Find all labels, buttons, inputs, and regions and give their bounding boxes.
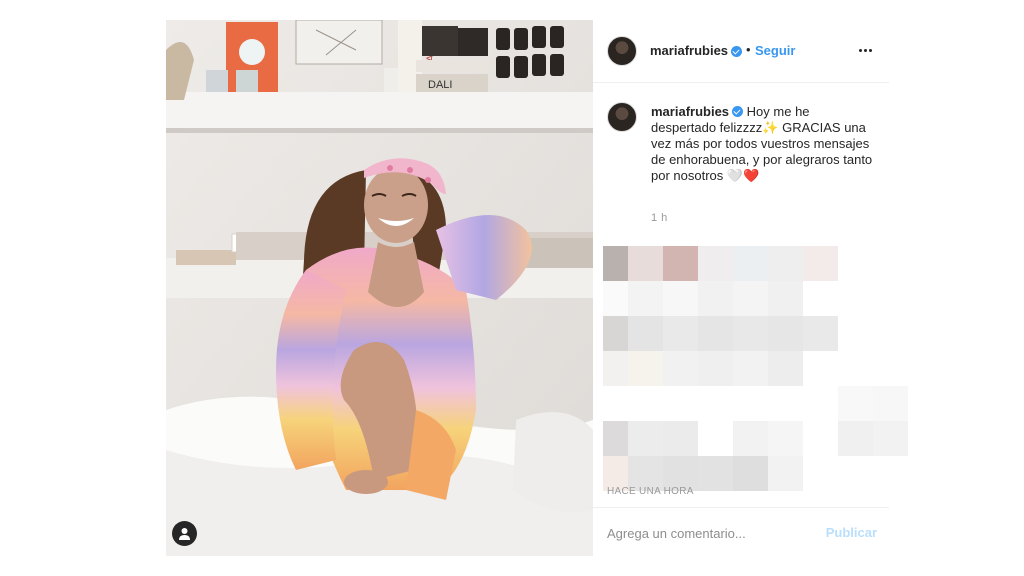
user-icon xyxy=(179,528,190,540)
comment-bar: Publicar xyxy=(593,507,889,557)
username-link[interactable]: mariafrubies xyxy=(650,43,728,58)
separator-dot: • xyxy=(746,42,751,57)
pixelated-comments xyxy=(603,246,908,496)
caption-username-link[interactable]: mariafrubies xyxy=(651,104,729,119)
tagged-users-button[interactable] xyxy=(172,521,197,546)
follow-button[interactable]: Seguir xyxy=(755,43,795,58)
caption-text-block: mariafrubies Hoy me he despertado felizz… xyxy=(651,104,877,184)
avatar[interactable] xyxy=(607,36,637,66)
comment-input[interactable] xyxy=(607,524,807,542)
post-sidebar: mariafrubies • Seguir mariafrubies Hoy m… xyxy=(593,20,908,557)
post-photo[interactable]: ARAKI DALI xyxy=(166,20,593,556)
caption-timestamp[interactable]: 1 h xyxy=(651,212,668,224)
more-options-icon[interactable] xyxy=(855,40,875,60)
svg-text:DALI: DALI xyxy=(428,79,452,91)
post-time-ago[interactable]: HACE UNA HORA xyxy=(607,486,694,497)
caption-avatar[interactable] xyxy=(607,102,637,132)
post-header: mariafrubies • Seguir xyxy=(593,20,889,83)
publish-button[interactable]: Publicar xyxy=(826,525,877,540)
post-image: ARAKI DALI xyxy=(166,20,593,556)
verified-badge-icon xyxy=(732,106,744,117)
verified-badge-icon xyxy=(731,46,742,57)
